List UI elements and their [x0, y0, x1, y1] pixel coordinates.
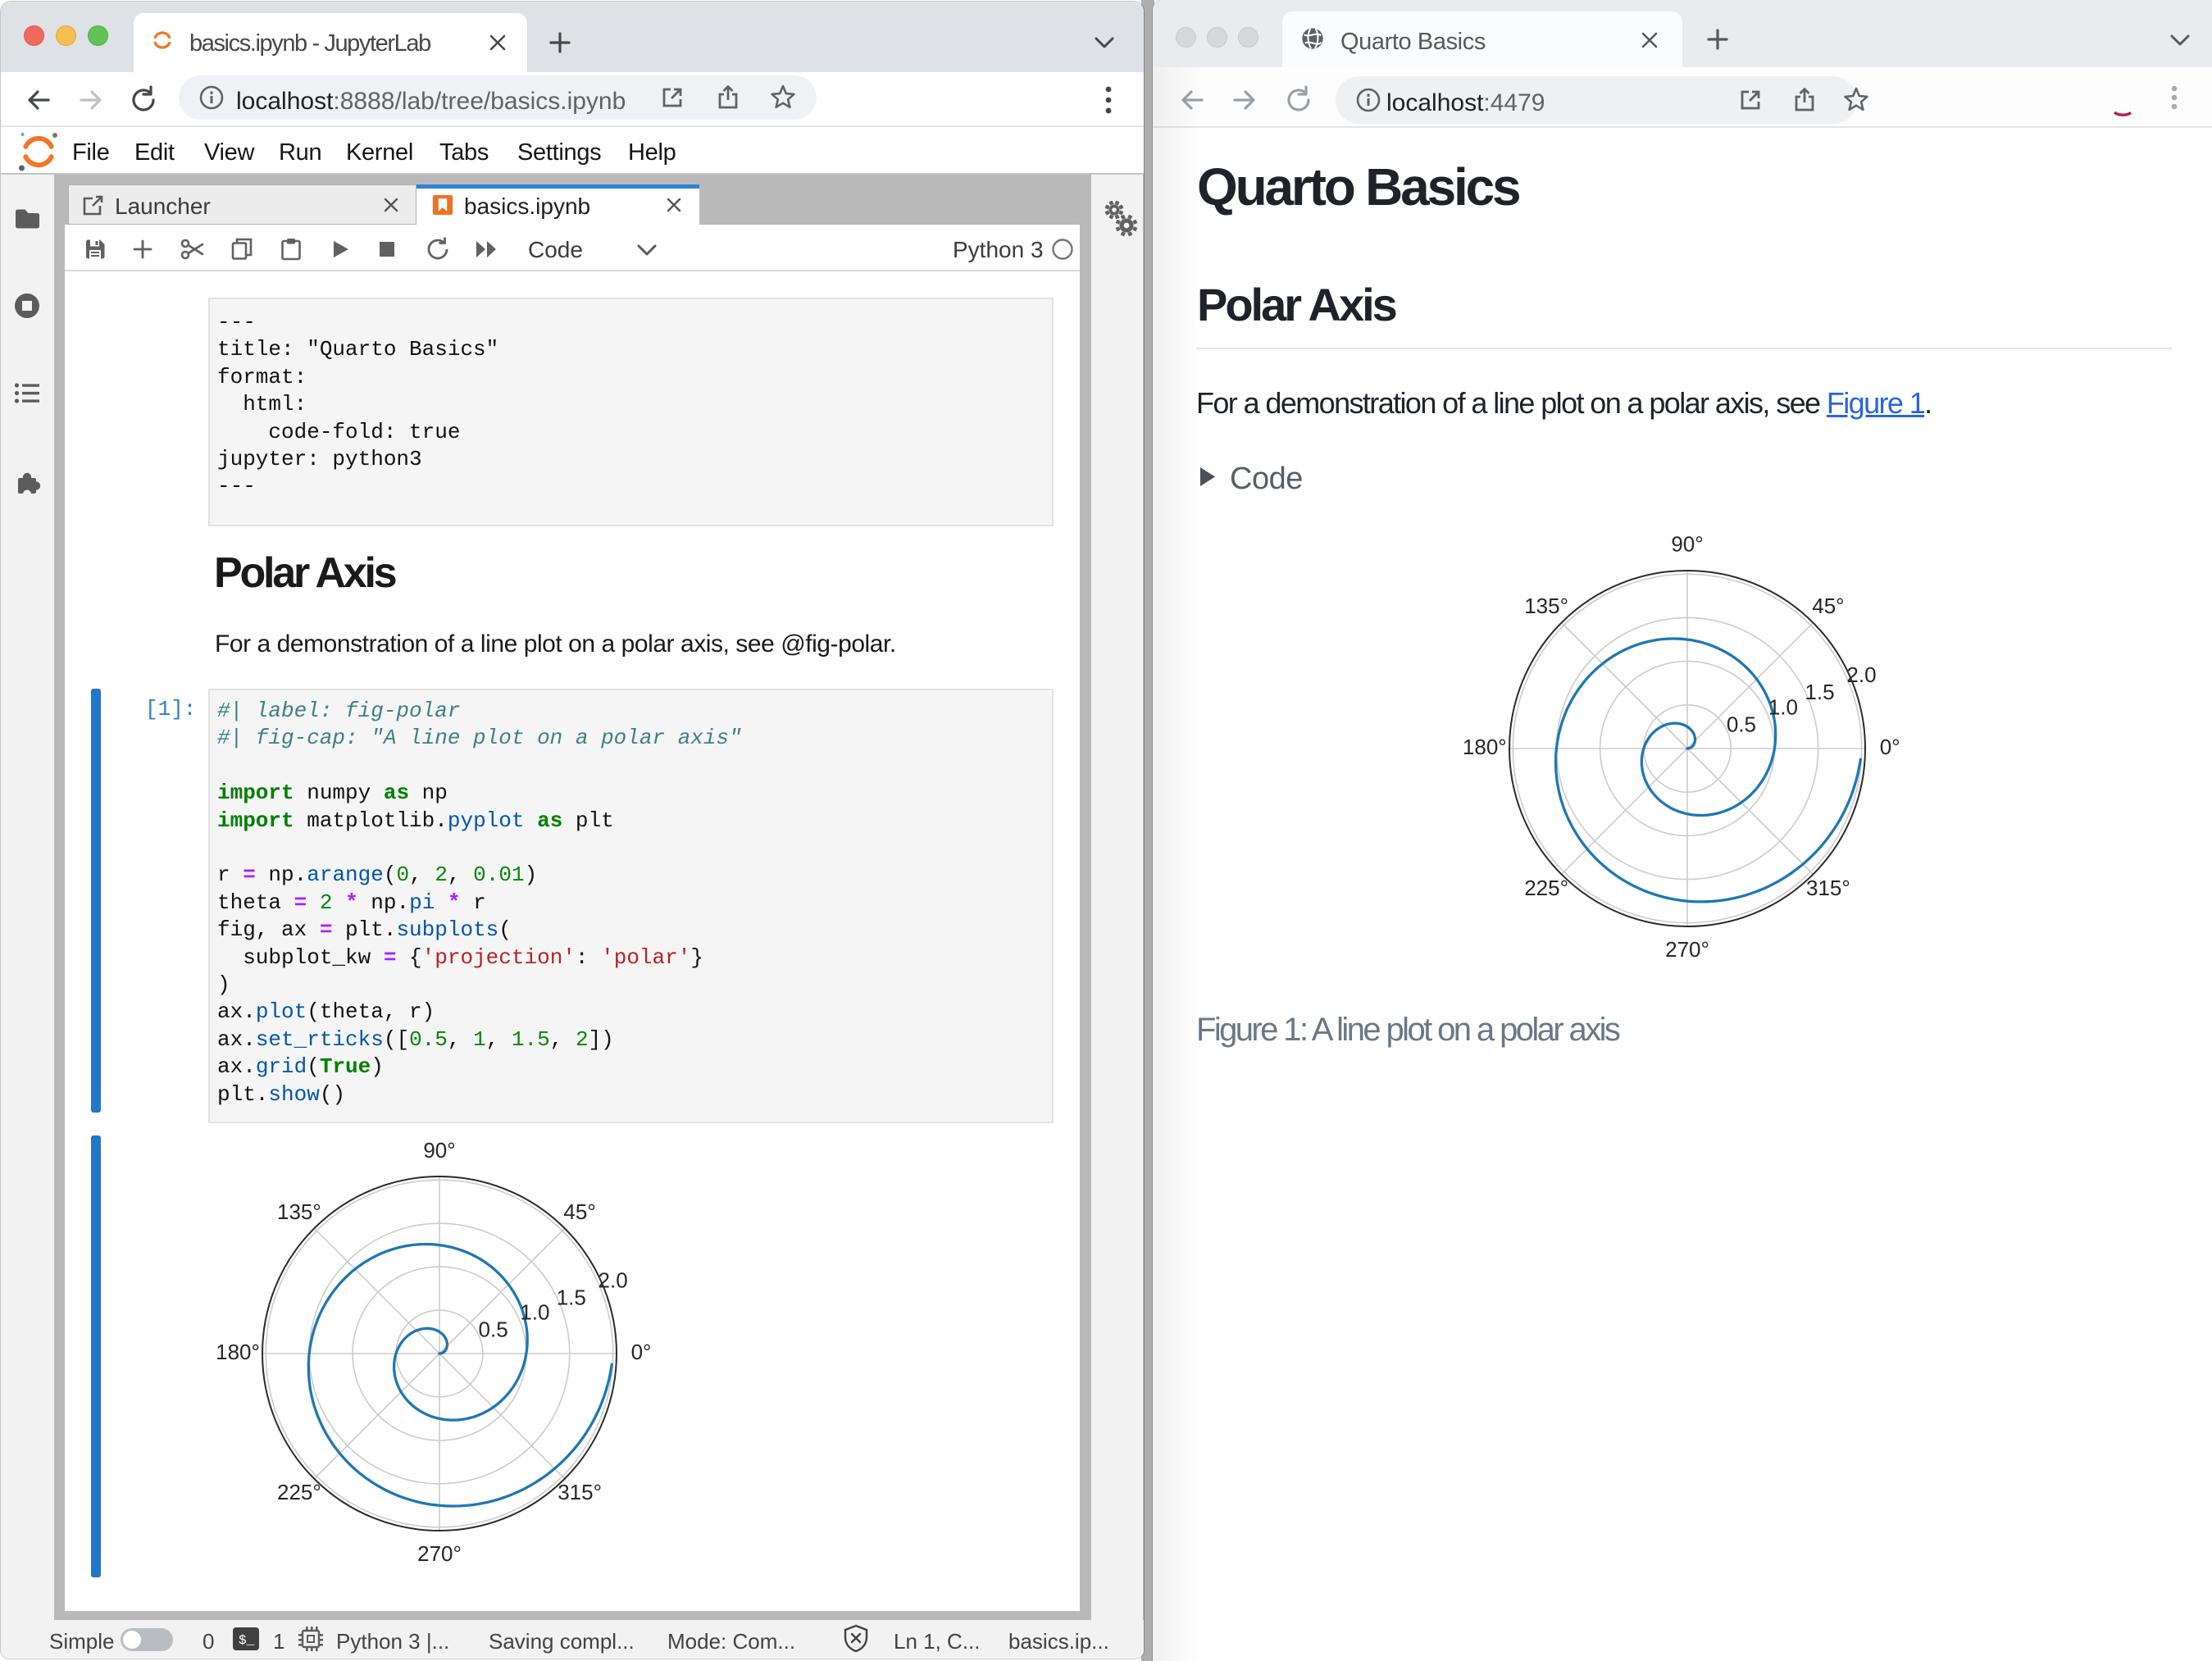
svg-text:$_: $_: [239, 1633, 255, 1648]
svg-text:270°: 270°: [417, 1541, 462, 1566]
svg-text:45°: 45°: [563, 1199, 595, 1224]
svg-text:2.0: 2.0: [599, 1267, 628, 1292]
svg-text:135°: 135°: [1524, 594, 1568, 618]
svg-text:135°: 135°: [277, 1199, 321, 1224]
svg-text:0°: 0°: [631, 1340, 652, 1364]
svg-text:0.5: 0.5: [1727, 712, 1756, 737]
svg-text:45°: 45°: [1812, 594, 1844, 618]
svg-text:0°: 0°: [1880, 735, 1900, 759]
svg-text:90°: 90°: [423, 1138, 455, 1163]
svg-text:1.0: 1.0: [520, 1300, 549, 1325]
svg-text:1.5: 1.5: [557, 1285, 586, 1309]
svg-text:315°: 315°: [1806, 876, 1850, 900]
svg-text:225°: 225°: [1524, 876, 1568, 900]
svg-text:90°: 90°: [1671, 532, 1703, 557]
svg-text:0.5: 0.5: [479, 1317, 508, 1342]
svg-text:2.0: 2.0: [1846, 662, 1876, 687]
svg-text:1.0: 1.0: [1768, 694, 1798, 719]
svg-text:180°: 180°: [1463, 735, 1507, 759]
svg-text:180°: 180°: [216, 1340, 260, 1364]
svg-text:1.5: 1.5: [1805, 680, 1834, 704]
svg-text:225°: 225°: [277, 1480, 321, 1504]
svg-text:270°: 270°: [1665, 937, 1709, 962]
svg-text:315°: 315°: [558, 1480, 602, 1504]
